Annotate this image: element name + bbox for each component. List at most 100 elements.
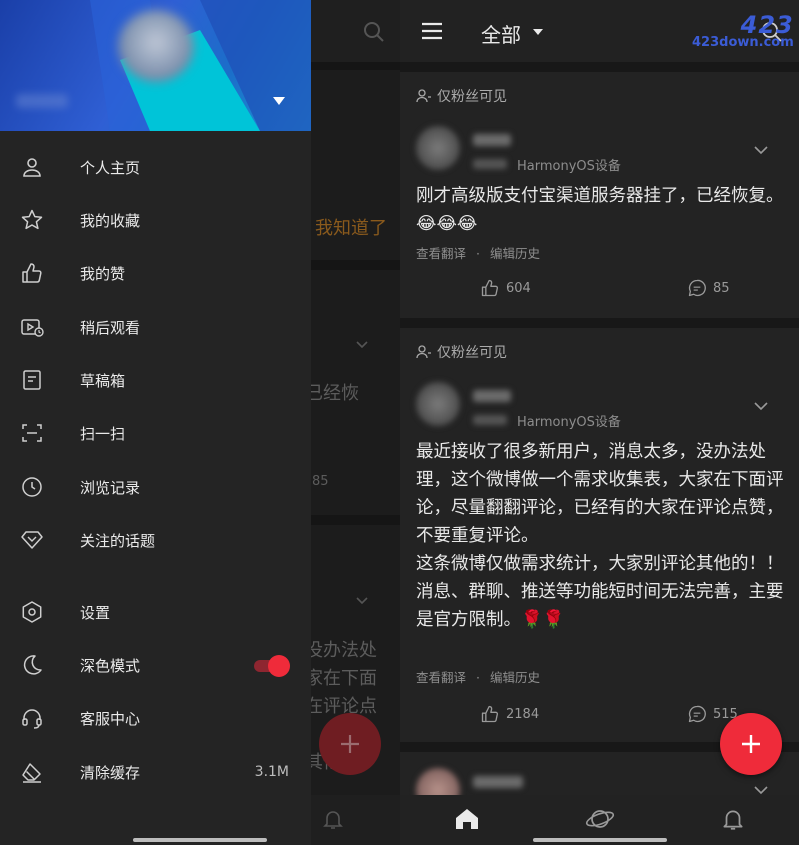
like-count: 2184 bbox=[506, 706, 540, 722]
comment-button[interactable]: 85 bbox=[687, 278, 730, 298]
menu-label: 浏览记录 bbox=[80, 478, 141, 497]
scan-icon bbox=[22, 424, 42, 442]
user-name[interactable] bbox=[473, 134, 511, 146]
menu-item-scan[interactable]: 扫一扫 bbox=[0, 407, 311, 459]
dimmed-bottom-nav bbox=[311, 795, 400, 845]
clock-icon bbox=[22, 477, 42, 497]
dimmed-count: 85 bbox=[312, 474, 329, 489]
cache-size: 3.1M bbox=[254, 764, 289, 780]
menu-label: 我的收藏 bbox=[80, 211, 141, 230]
thumb-up-icon bbox=[481, 279, 499, 297]
account-switch-caret-icon[interactable] bbox=[273, 97, 285, 105]
menu-item-settings[interactable]: 设置 bbox=[0, 586, 311, 638]
watch-later-icon bbox=[21, 319, 44, 337]
screenshot-root: 我知道了 已经恢 85 没办法处 家在下面 在评论点 其他 个人主页 我的收藏 … bbox=[0, 0, 799, 845]
post-text: 最近接收了很多新用户，消息太多，没办法处理，这个微博做一个需求收集表，大家在下面… bbox=[416, 442, 784, 630]
search-icon bbox=[364, 22, 384, 42]
menu-item-support[interactable]: 客服中心 bbox=[0, 692, 311, 744]
watermark-logo: 423 bbox=[740, 11, 794, 39]
dimmed-text: 没办法处 bbox=[305, 640, 377, 661]
post-card[interactable]: 仅粉丝可见 HarmonyOS设备 刚才高级版支付宝渠道服务器挂了，已经恢复。😂… bbox=[400, 72, 799, 318]
translate-link[interactable]: 查看翻译 bbox=[416, 246, 466, 261]
dark-mode-toggle[interactable] bbox=[254, 655, 290, 677]
dimmed-topbar bbox=[311, 0, 400, 62]
menu-item-topics[interactable]: 关注的话题 bbox=[0, 514, 311, 566]
menu-item-clear-cache[interactable]: 清除缓存 3.1M bbox=[0, 746, 311, 798]
visibility-tag: 仅粉丝可见 bbox=[416, 342, 507, 362]
toggle-knob bbox=[268, 655, 290, 677]
feed-filter-title[interactable]: 全部 bbox=[481, 19, 521, 48]
chevron-down-icon[interactable] bbox=[753, 142, 769, 158]
menu-item-drafts[interactable]: 草稿箱 bbox=[0, 354, 311, 406]
dimmed-compose-button bbox=[319, 713, 381, 775]
menu-label: 设置 bbox=[80, 603, 111, 622]
home-icon[interactable] bbox=[454, 807, 480, 831]
bottom-navigation bbox=[400, 795, 799, 845]
menu-label: 草稿箱 bbox=[80, 371, 126, 390]
visibility-label: 仅粉丝可见 bbox=[437, 89, 507, 105]
post-device: HarmonyOS设备 bbox=[517, 415, 621, 430]
home-indicator[interactable] bbox=[133, 838, 267, 842]
menu-icon[interactable] bbox=[421, 21, 443, 41]
user-name[interactable] bbox=[473, 390, 511, 402]
bell-icon[interactable] bbox=[720, 806, 746, 832]
dimmed-text: 已经恢 bbox=[305, 383, 359, 404]
eraser-icon bbox=[22, 763, 41, 783]
watermark-url: 423down.com bbox=[692, 35, 794, 50]
post-device: HarmonyOS设备 bbox=[517, 159, 621, 174]
edit-history-link[interactable]: 编辑历史 bbox=[490, 670, 540, 685]
avatar[interactable] bbox=[118, 10, 194, 82]
post-meta: 查看翻译 · 编辑历史 bbox=[416, 243, 540, 262]
menu-label: 个人主页 bbox=[80, 158, 141, 177]
right-screen: 全部 423 423down.com 仅粉丝可见 HarmonyOS设备 刚才高… bbox=[400, 0, 799, 845]
like-count: 604 bbox=[506, 280, 531, 296]
menu-item-profile[interactable]: 个人主页 bbox=[0, 141, 311, 193]
chevron-down-icon bbox=[356, 597, 368, 605]
user-name[interactable] bbox=[473, 776, 523, 788]
menu-item-likes[interactable]: 我的赞 bbox=[0, 247, 311, 299]
translate-link[interactable]: 查看翻译 bbox=[416, 670, 466, 685]
menu-item-watch-later[interactable]: 稍后观看 bbox=[0, 301, 311, 353]
comment-count: 85 bbox=[713, 280, 730, 296]
menu-label: 客服中心 bbox=[80, 709, 141, 728]
menu-label: 扫一扫 bbox=[80, 424, 126, 443]
meta-separator: · bbox=[476, 246, 480, 261]
edit-history-link[interactable]: 编辑历史 bbox=[490, 246, 540, 261]
like-button[interactable]: 604 bbox=[480, 278, 531, 298]
user-avatar[interactable] bbox=[416, 126, 460, 170]
home-indicator[interactable] bbox=[533, 838, 667, 842]
post-card[interactable]: 仅粉丝可见 HarmonyOS设备 最近接收了很多新用户，消息太多，没办法处理，… bbox=[400, 328, 799, 742]
like-button[interactable]: 2184 bbox=[480, 704, 539, 724]
meta-separator: · bbox=[476, 670, 480, 685]
menu-label: 我的赞 bbox=[80, 264, 126, 283]
post-time bbox=[473, 159, 507, 169]
fans-only-icon bbox=[416, 345, 431, 359]
menu-label: 深色模式 bbox=[80, 656, 141, 675]
navigation-drawer: 个人主页 我的收藏 我的赞 稍后观看 草稿箱 扫一扫 浏览记录 关注的话题 设置… bbox=[0, 0, 311, 845]
post-meta: 查看翻译 · 编辑历史 bbox=[416, 667, 540, 686]
fans-only-icon bbox=[416, 89, 431, 103]
menu-item-favorites[interactable]: 我的收藏 bbox=[0, 194, 311, 246]
top-app-bar: 全部 423 423down.com bbox=[400, 0, 799, 62]
dimmed-text: 家在下面 bbox=[305, 668, 377, 689]
profile-header[interactable] bbox=[0, 0, 311, 131]
comment-icon bbox=[688, 705, 706, 723]
username bbox=[16, 94, 68, 108]
user-avatar[interactable] bbox=[416, 382, 460, 426]
chevron-down-icon[interactable] bbox=[753, 398, 769, 414]
discover-planet-icon[interactable] bbox=[585, 805, 615, 833]
plus-icon bbox=[742, 735, 760, 753]
plus-icon bbox=[341, 735, 359, 753]
diamond-icon bbox=[21, 531, 43, 549]
got-it-text: 我知道了 bbox=[315, 218, 387, 239]
thumb-up-icon bbox=[481, 705, 499, 723]
menu-label: 清除缓存 bbox=[80, 763, 141, 782]
person-icon bbox=[23, 158, 41, 177]
draft-icon bbox=[23, 370, 41, 390]
menu-item-history[interactable]: 浏览记录 bbox=[0, 461, 311, 513]
dropdown-caret-icon[interactable] bbox=[533, 29, 543, 35]
compose-button[interactable] bbox=[720, 713, 782, 775]
visibility-label: 仅粉丝可见 bbox=[437, 345, 507, 361]
left-screen: 我知道了 已经恢 85 没办法处 家在下面 在评论点 其他 个人主页 我的收藏 … bbox=[0, 0, 400, 845]
visibility-tag: 仅粉丝可见 bbox=[416, 86, 507, 106]
